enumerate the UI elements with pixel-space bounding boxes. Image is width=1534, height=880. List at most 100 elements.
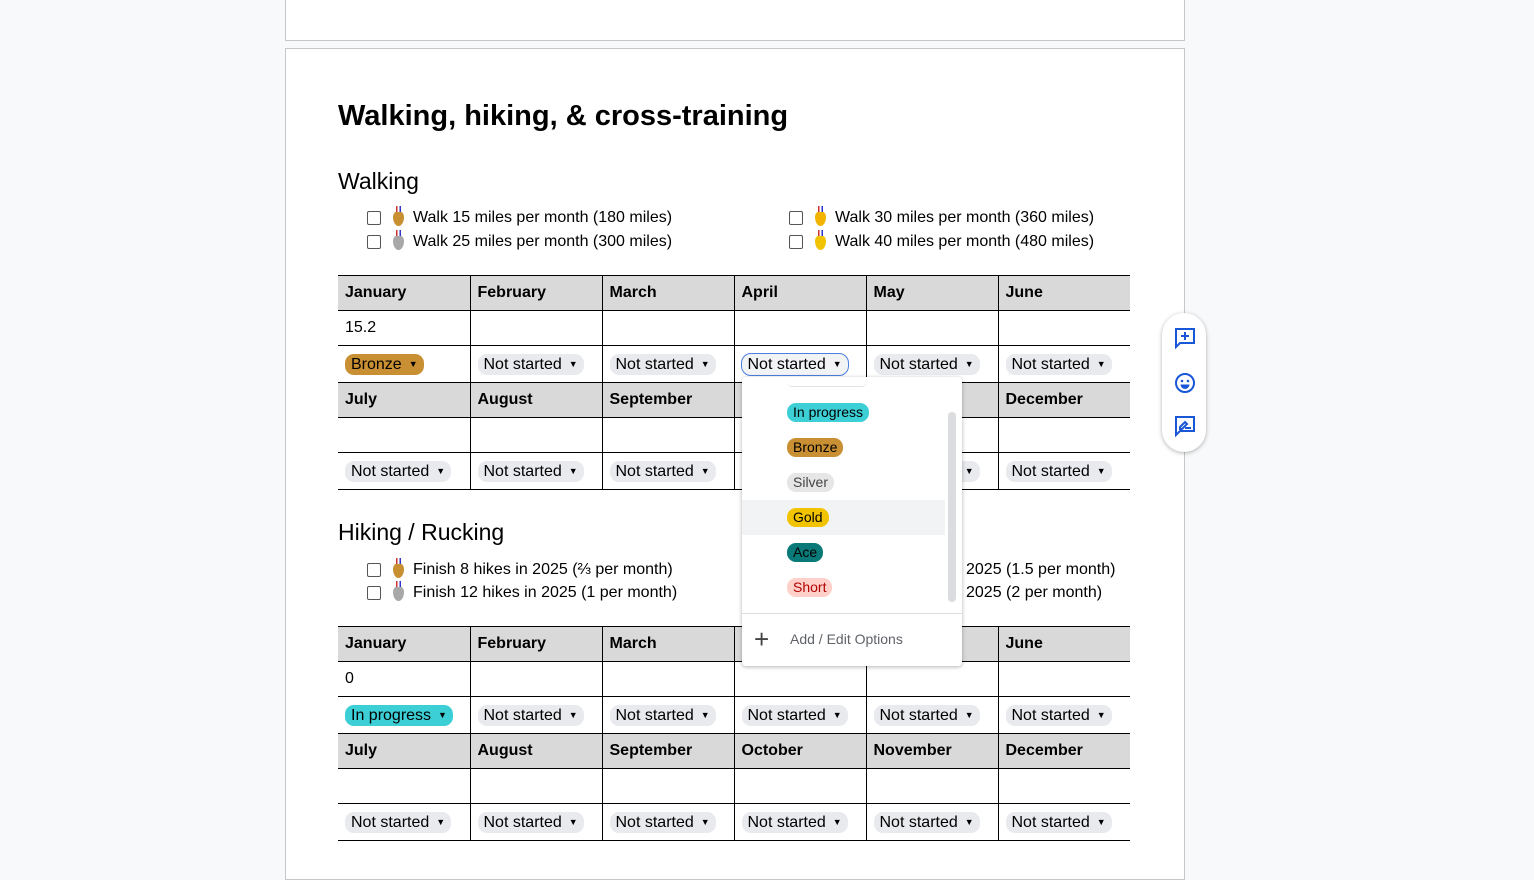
status-chip[interactable]: Not started ▼ [1005,353,1112,375]
value-cell[interactable] [998,768,1130,804]
status-cell: In progress ▼ [338,696,471,734]
goal-checkbox[interactable] [789,211,803,225]
dropdown-arrow-icon: ▼ [700,816,710,827]
value-cell[interactable]: 0 [338,661,471,697]
status-chip[interactable]: Not started ▼ [477,460,584,482]
dropdown-scrollbar[interactable] [948,412,956,602]
value-cell[interactable] [998,661,1130,697]
dropdown-arrow-icon: ▼ [964,358,974,369]
value-row: 0 [338,661,1130,697]
gold-sports-medal-icon [815,229,826,250]
side-toolbar [1162,313,1206,452]
add-edit-options-button[interactable]: + Add / Edit Options [742,621,962,657]
dropdown-arrow-icon: ▼ [964,816,974,827]
status-chip[interactable]: Not started ▼ [345,811,452,833]
dropdown-arrow-icon: ▼ [568,358,578,369]
suggest-edit-icon[interactable] [1173,414,1197,438]
status-chip[interactable]: Bronze ▼ [345,353,424,375]
status-chip[interactable]: Not started ▼ [1005,811,1112,833]
dropdown-option[interactable]: In progress [742,395,945,430]
dropdown-arrow-icon: ▼ [1096,709,1106,720]
dropdown-arrow-icon: ▼ [568,465,578,476]
status-cell: Not started ▼ [602,696,735,734]
value-cell[interactable] [866,310,999,346]
dropdown-arrow-icon: ▼ [1096,358,1106,369]
walking-table: January February March April May June 15.2 Bron… [338,275,1130,490]
status-label: Not started [615,706,694,724]
value-cell[interactable] [734,768,867,804]
goal-checkbox[interactable] [367,211,381,225]
status-chip[interactable]: Not started ▼ [873,811,980,833]
status-chip[interactable]: Not started ▼ [477,704,584,726]
value-cell[interactable]: 15.2 [338,310,471,346]
status-chip[interactable]: Not started ▼ [741,704,848,726]
month-header: January [338,275,471,311]
month-header: June [998,275,1130,311]
value-cell[interactable] [338,417,471,453]
month-header: December [998,733,1130,769]
emoji-reaction-icon[interactable] [1173,371,1197,395]
add-comment-icon[interactable] [1173,326,1197,350]
value-cell[interactable] [866,768,999,804]
status-chip[interactable]: Not started ▼ [741,811,848,833]
value-cell[interactable] [470,417,603,453]
dropdown-arrow-icon: ▼ [832,709,842,720]
status-row: Not started▼ Not started▼ Not started▼ Not … [338,803,1130,841]
goal-checkbox[interactable] [367,586,381,600]
goal-item: Walk 25 miles per month (300 miles) [367,229,673,252]
dropdown-option[interactable]: Bronze [742,430,945,465]
goal-label: Walk 30 miles per month (360 miles) [835,209,1095,226]
goal-checkbox[interactable] [367,563,381,577]
value-cell[interactable] [734,661,867,697]
goal-checkbox[interactable] [367,235,381,249]
status-chip[interactable]: Not started ▼ [1005,704,1112,726]
month-header-row: January February March June [338,626,1130,662]
status-chip[interactable]: Not started ▼ [1005,460,1112,482]
goal-label: Walk 40 miles per month (480 miles) [835,233,1095,250]
status-chip[interactable]: Not started ▼ [609,353,716,375]
status-cell: Not started ▼ [470,345,603,383]
status-chip[interactable]: Not started ▼ [873,704,980,726]
status-chip[interactable]: Not started ▼ [345,460,452,482]
value-cell[interactable] [602,310,735,346]
status-chip[interactable]: In progress ▼ [345,704,453,726]
value-cell[interactable] [602,768,735,804]
status-chip[interactable]: Not started ▼ [477,811,584,833]
status-label: Not started [615,355,694,373]
dropdown-option[interactable]: Gold [742,500,945,535]
status-row: In progress ▼ Not started ▼ Not started ▼ Not … [338,696,1130,734]
status-label: Not started [483,355,562,373]
month-header: November [866,733,999,769]
status-label: Not started [615,462,694,480]
value-cell[interactable] [470,768,603,804]
dropdown-option[interactable]: Ace [742,535,945,570]
status-chip[interactable]: Not started ▼ [609,460,716,482]
status-label: Not started [483,462,562,480]
value-cell[interactable] [338,768,471,804]
value-cell[interactable] [602,661,735,697]
status-cell: Not started ▼ [998,452,1130,490]
value-cell[interactable] [734,310,867,346]
status-chip[interactable]: Not started ▼ [873,353,980,375]
value-cell[interactable] [602,417,735,453]
value-cell[interactable] [866,661,999,697]
dropdown-option[interactable]: Silver [742,465,945,500]
status-chip[interactable]: Not started ▼ [609,811,716,833]
status-cell: Not started ▼ [470,452,603,490]
status-label: Not started [483,706,562,724]
goal-checkbox[interactable] [789,235,803,249]
value-cell[interactable] [470,661,603,697]
goal-label: Walk 25 miles per month (300 miles) [413,233,673,250]
value-cell[interactable] [998,310,1130,346]
status-chip[interactable]: Not started ▼ [740,352,849,376]
dropdown-option[interactable]: Short [742,570,945,605]
status-chip[interactable]: Not started ▼ [609,704,716,726]
month-header: January [338,626,471,662]
month-header: August [470,382,603,418]
value-cell[interactable] [998,417,1130,453]
status-chip[interactable]: Not started ▼ [477,353,584,375]
gold-medal-icon [815,205,826,226]
value-cell[interactable] [470,310,603,346]
partial-option [787,382,867,387]
status-cell: Not started ▼ [602,345,735,383]
